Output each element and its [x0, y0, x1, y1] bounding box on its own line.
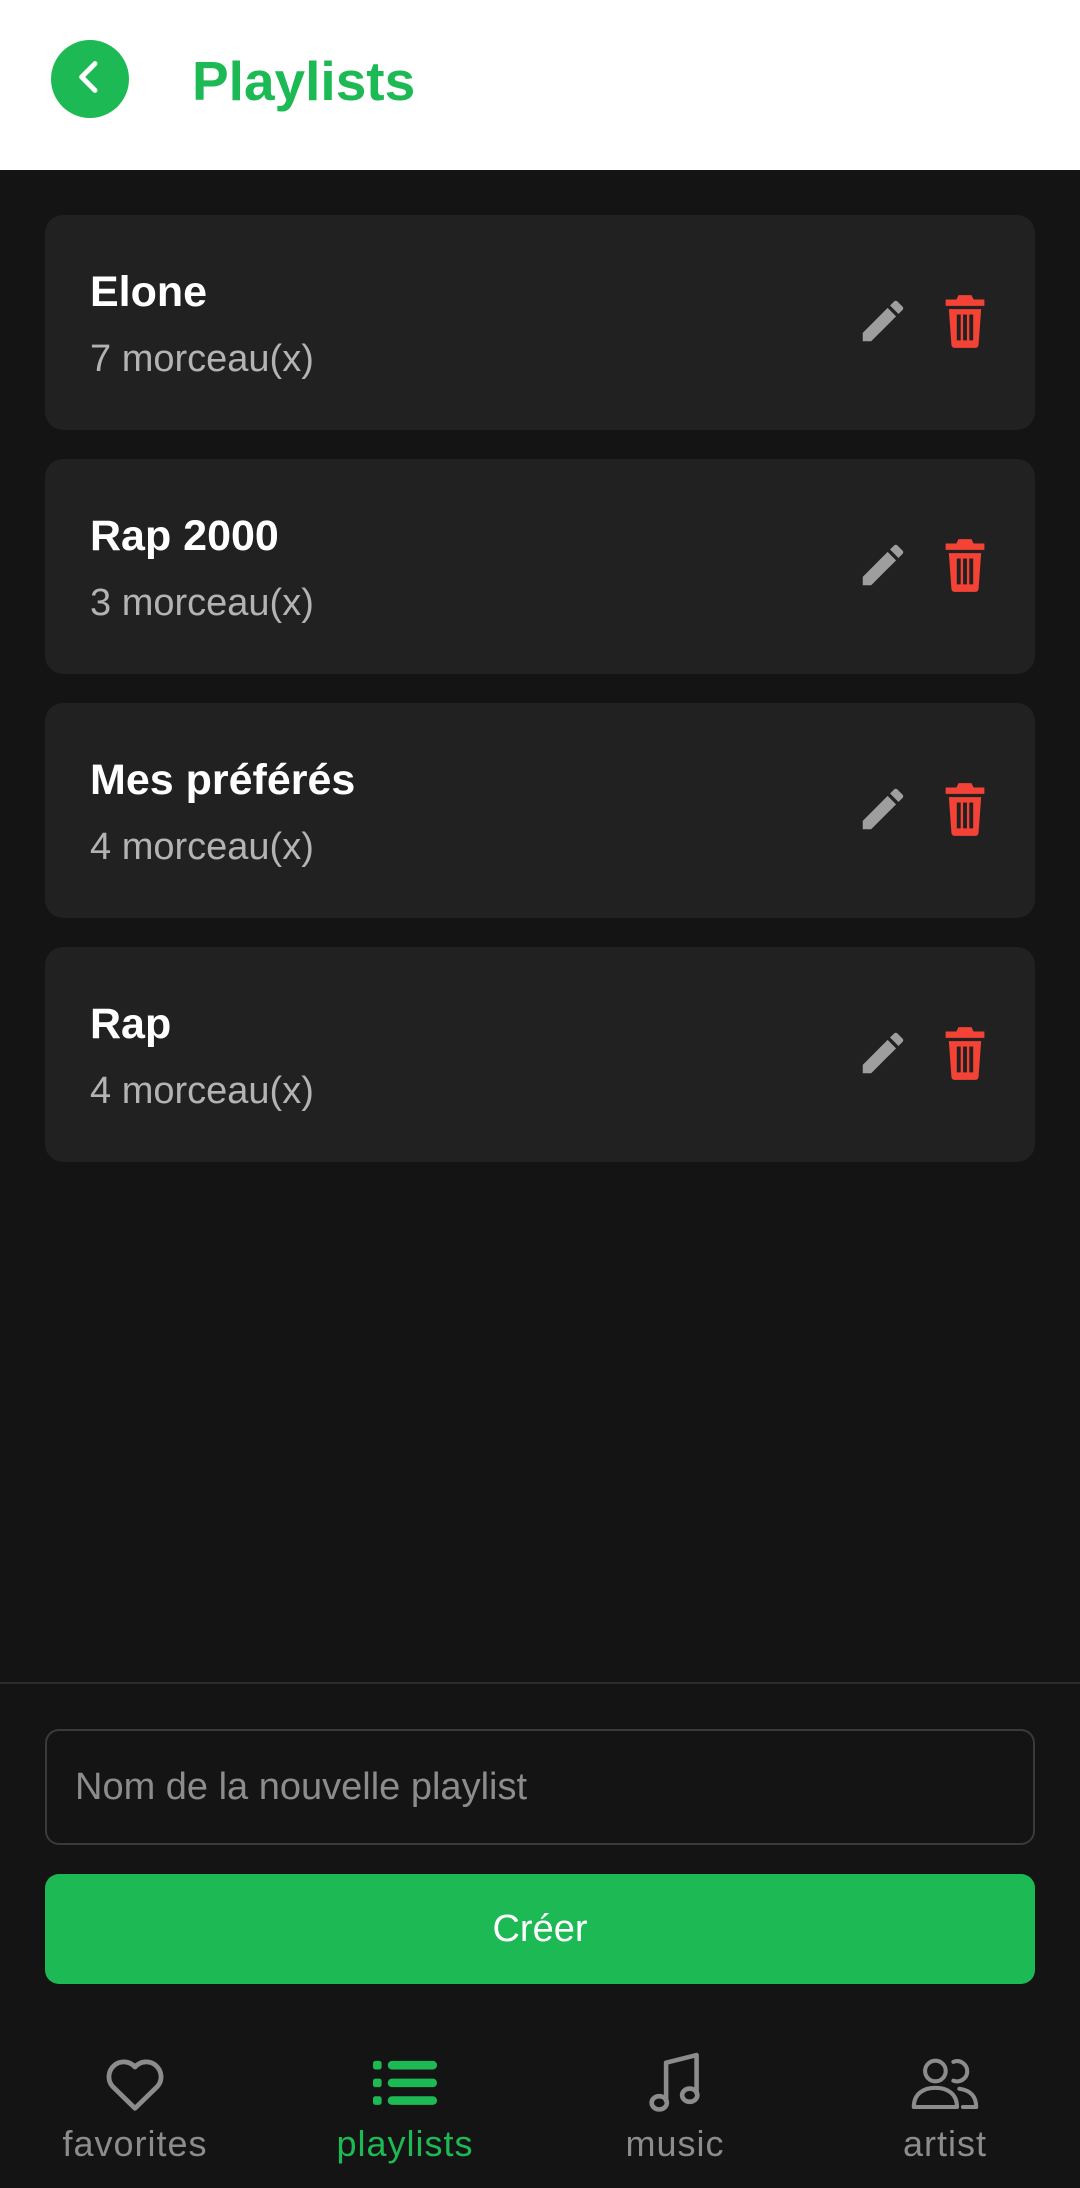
- playlist-card[interactable]: Mes préférés 4 morceau(x): [45, 703, 1035, 918]
- edit-button[interactable]: [853, 781, 913, 841]
- playlist-card[interactable]: Rap 4 morceau(x): [45, 947, 1035, 1162]
- nav-label: music: [625, 2123, 725, 2164]
- edit-button[interactable]: [853, 293, 913, 353]
- page-title: Playlists: [192, 50, 416, 112]
- playlist-card[interactable]: Elone 7 morceau(x): [45, 215, 1035, 430]
- playlist-list: Elone 7 morceau(x) Rap 2000 3 morceau(x): [45, 215, 1035, 1191]
- users-icon: [810, 2048, 1080, 2118]
- playlist-name: Rap: [90, 1000, 172, 1048]
- nav-item-favorites[interactable]: favorites: [0, 2020, 270, 2188]
- header: Playlists: [0, 0, 1080, 170]
- delete-button[interactable]: [935, 537, 995, 597]
- chevron-left-icon: [70, 57, 110, 102]
- edit-button[interactable]: [853, 537, 913, 597]
- nav-item-music[interactable]: music: [540, 2020, 810, 2188]
- list-icon: [270, 2048, 540, 2118]
- delete-button[interactable]: [935, 781, 995, 841]
- nav-label: artist: [902, 2123, 987, 2164]
- edit-button[interactable]: [853, 1025, 913, 1085]
- music-note-icon: [540, 2048, 810, 2118]
- playlist-name: Mes préférés: [90, 756, 356, 804]
- nav-item-playlists[interactable]: playlists: [270, 2020, 540, 2188]
- pencil-icon: [856, 782, 910, 841]
- trash-icon: [939, 537, 991, 598]
- pencil-icon: [856, 1026, 910, 1085]
- new-playlist-name-input[interactable]: [45, 1729, 1035, 1845]
- create-button[interactable]: Créer: [45, 1874, 1035, 1984]
- pencil-icon: [856, 538, 910, 597]
- playlist-track-count: 4 morceau(x): [90, 1070, 314, 1112]
- nav-item-artist[interactable]: artist: [810, 2020, 1080, 2188]
- heart-icon: [0, 2048, 270, 2118]
- nav-label: playlists: [336, 2123, 474, 2164]
- trash-icon: [939, 293, 991, 354]
- playlist-track-count: 3 morceau(x): [90, 582, 314, 624]
- delete-button[interactable]: [935, 1025, 995, 1085]
- bottom-nav: favorites playlists music artist: [0, 2020, 1080, 2188]
- trash-icon: [939, 781, 991, 842]
- playlist-track-count: 4 morceau(x): [90, 826, 314, 868]
- back-button[interactable]: [51, 40, 129, 118]
- playlist-name: Elone: [90, 268, 208, 316]
- nav-label: favorites: [62, 2123, 208, 2164]
- playlist-card[interactable]: Rap 2000 3 morceau(x): [45, 459, 1035, 674]
- app-root: Playlists Elone 7 morceau(x) Rap 2000 3 …: [0, 0, 1080, 2188]
- pencil-icon: [856, 294, 910, 353]
- playlist-name: Rap 2000: [90, 512, 279, 560]
- trash-icon: [939, 1025, 991, 1086]
- playlist-track-count: 7 morceau(x): [90, 338, 314, 380]
- divider: [0, 1682, 1080, 1684]
- delete-button[interactable]: [935, 293, 995, 353]
